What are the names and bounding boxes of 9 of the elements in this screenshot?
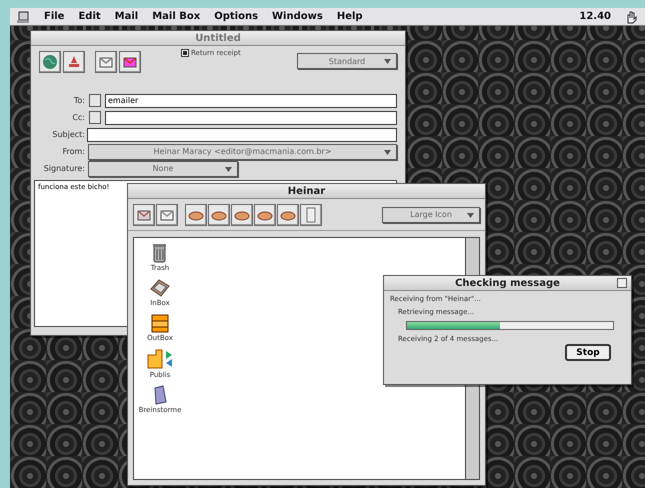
window-title: Untitled <box>31 31 405 46</box>
subject-label: Subject: <box>51 130 85 139</box>
dialog-title: Checking message <box>384 276 631 291</box>
signature-label: Signature: <box>42 164 85 173</box>
from-label: From: <box>61 147 85 156</box>
clock: 12.40 <box>579 11 611 22</box>
cc-label: Cc: <box>71 113 85 122</box>
to-label: To: <box>72 96 85 105</box>
window-title: Heinar <box>128 184 485 199</box>
